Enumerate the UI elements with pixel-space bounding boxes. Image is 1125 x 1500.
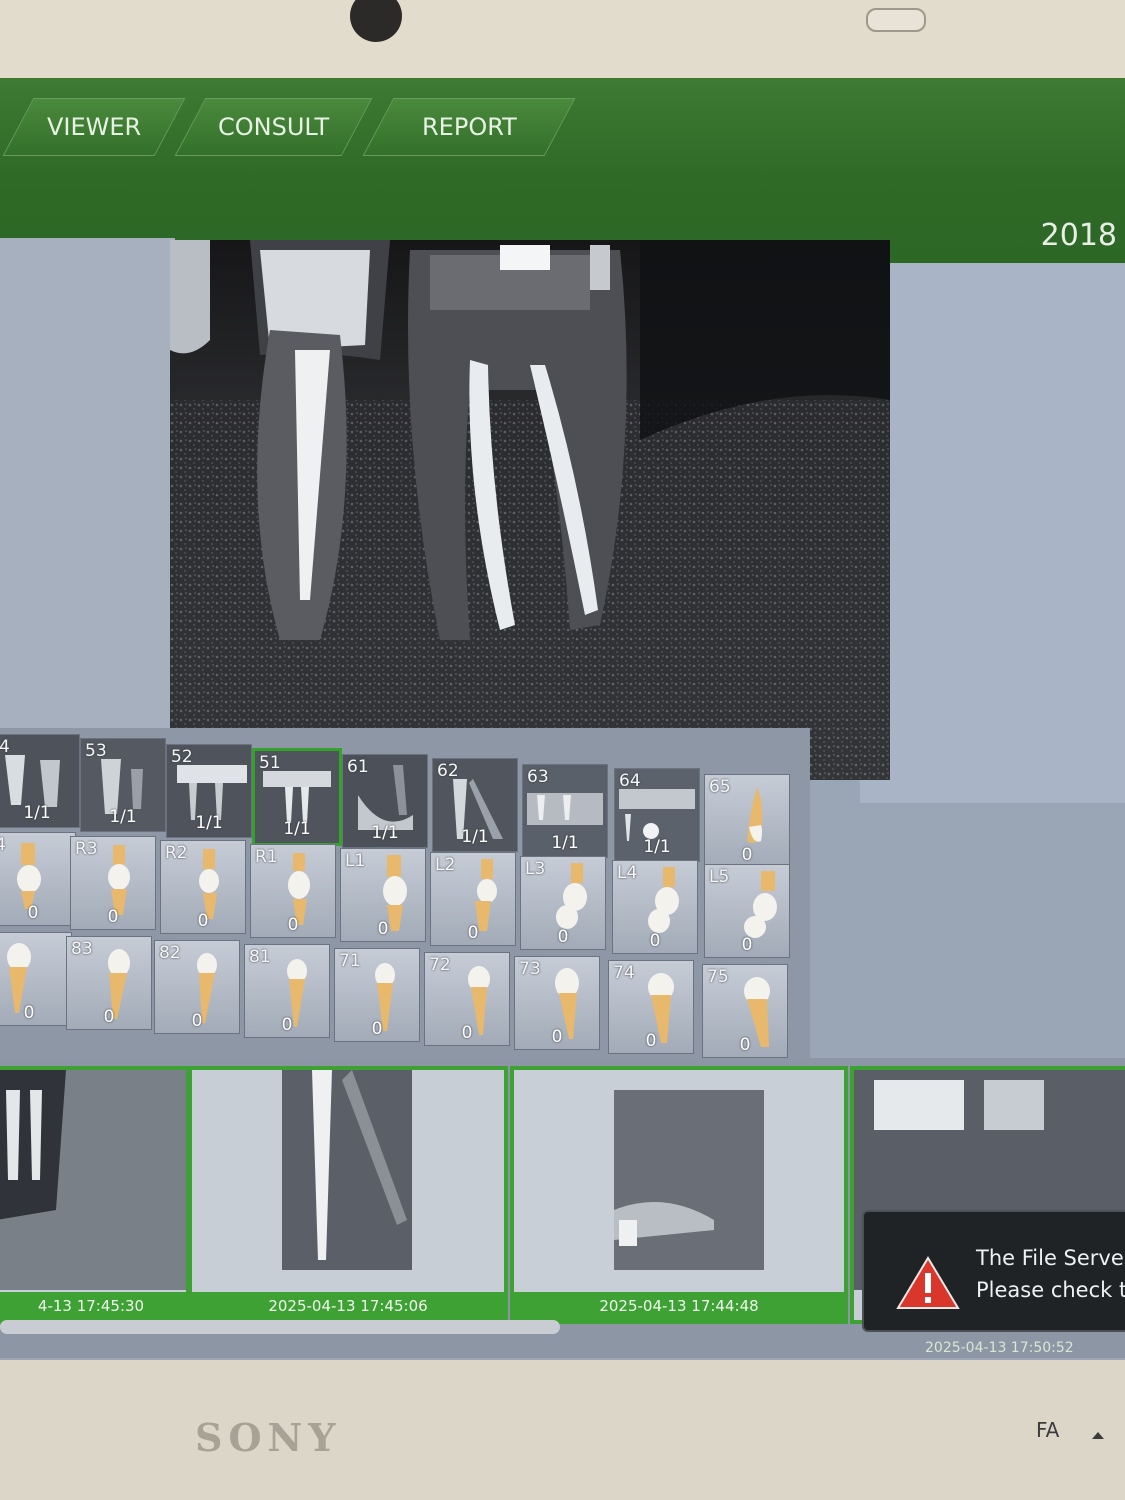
tooth-slot[interactable]: L5 0 (704, 864, 790, 958)
tooth-thumbnail[interactable]: 64 1/1 (614, 768, 700, 862)
patient-id: 2018 (1040, 218, 1117, 253)
tooth-slot[interactable]: 40 (0, 832, 76, 926)
tooth-slot[interactable]: 65 0 (704, 774, 790, 868)
tooth-slot[interactable]: 0 (0, 932, 72, 1026)
timeline-scrollbar[interactable] (0, 1320, 560, 1334)
tooth-thumbnail[interactable]: 62 1/1 (432, 758, 518, 852)
light-sensor (866, 8, 926, 32)
tab-consult[interactable]: CONSULT (174, 98, 373, 156)
error-notification[interactable]: The File Serve Please check t (862, 1210, 1125, 1332)
tooth-thumbnail-selected[interactable]: 51 1/1 (252, 748, 342, 846)
tooth-slot[interactable]: 71 0 (334, 948, 420, 1042)
tab-viewer[interactable]: VIEWER (2, 98, 186, 156)
notification-message: The File Serve Please check t (976, 1246, 1125, 1302)
tab-report[interactable]: REPORT (362, 98, 576, 156)
timeline-image[interactable]: 2025-04-13 17:45:06 (188, 1066, 508, 1324)
xray-image (170, 240, 890, 780)
status-indicator-label: FA (1036, 1418, 1060, 1442)
caret-up-icon (1092, 1432, 1104, 1439)
tooth-slot[interactable]: 83 0 (66, 936, 152, 1030)
right-panel (860, 263, 1125, 803)
tooth-slot[interactable]: L4 0 (612, 860, 698, 954)
tooth-slot[interactable]: 74 0 (608, 960, 694, 1054)
hidden-timestamp: 2025-04-13 17:50:52 (925, 1340, 1074, 1356)
tooth-thumbnail[interactable]: 63 1/1 (522, 764, 608, 858)
warning-icon (896, 1256, 960, 1309)
timeline-timestamp: 2025-04-13 17:45:06 (192, 1292, 504, 1320)
tooth-slot[interactable]: L3 0 (520, 856, 606, 950)
tooth-slot[interactable]: 73 0 (514, 956, 600, 1050)
tooth-slot[interactable]: 72 0 (424, 952, 510, 1046)
xray-viewport[interactable] (170, 240, 890, 780)
tooth-slot[interactable]: 82 0 (154, 940, 240, 1034)
tooth-thumbnail[interactable]: 61 1/1 (342, 754, 428, 848)
screen: VIEWER CONSULT REPORT 2018 4 1/1 53 1/1 … (0, 78, 1125, 1363)
brand-logo: SONY (195, 1415, 342, 1460)
tooth-slot[interactable]: R1 0 (250, 844, 336, 938)
tooth-slot[interactable]: L1 0 (340, 848, 426, 942)
tooth-slot[interactable]: 81 0 (244, 944, 330, 1038)
tooth-slot[interactable]: L2 0 (430, 852, 516, 946)
app-header: VIEWER CONSULT REPORT 2018 (0, 78, 1125, 263)
tooth-slot[interactable]: R2 0 (160, 840, 246, 934)
tooth-thumbnail[interactable]: 53 1/1 (80, 738, 166, 832)
webcam (350, 0, 402, 42)
timeline-image[interactable]: 2025-04-13 17:44:48 (510, 1066, 848, 1324)
tooth-slot[interactable]: 75 0 (702, 964, 788, 1058)
timeline-image[interactable]: 4-13 17:45:30 (0, 1066, 190, 1324)
tooth-thumbnail[interactable]: 52 1/1 (166, 744, 252, 838)
tooth-thumbnail[interactable]: 4 1/1 (0, 734, 80, 828)
tooth-slot[interactable]: R3 0 (70, 836, 156, 930)
laptop-top-bezel (0, 0, 1125, 80)
laptop-bottom-bezel: SONY FA (0, 1360, 1125, 1500)
timeline-timestamp: 4-13 17:45:30 (0, 1292, 186, 1320)
timeline-timestamp: 2025-04-13 17:44:48 (514, 1292, 844, 1320)
